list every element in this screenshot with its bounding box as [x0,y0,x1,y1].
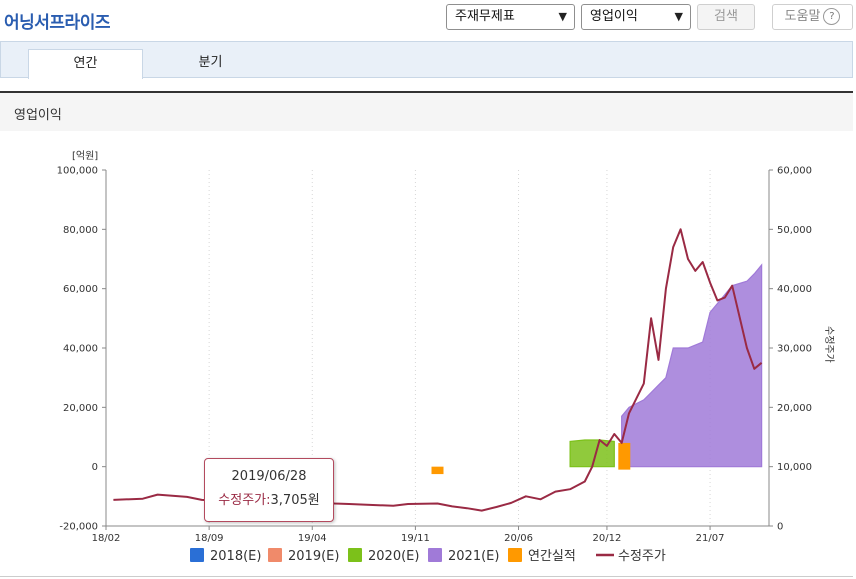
operating-profit-chart: 18/02 18/09 19/04 19/11 20/06 20/12 21/07 100,0… [57,150,835,564]
y-tick-label-left: 40,000 [63,344,98,355]
y-tick-label-right: 10,000 [777,462,812,473]
legend-label: 연간실적 [528,549,576,564]
y-tick-label-left: 60,000 [63,284,98,295]
x-tick-label: 19/04 [298,533,327,544]
x-tick-label: 20/06 [504,533,533,544]
legend: 2018(E) 2019(E) 2020(E) 2021(E) 연간실적 수정주가 [190,548,666,564]
legend-swatch [508,548,522,562]
y-tick-label-left: 20,000 [63,403,98,414]
y-tick-label-right: 50,000 [777,225,812,236]
y-tick-label-right: 20,000 [777,403,812,414]
x-tick-label: 19/11 [401,533,430,544]
legend-label: 2019(E) [288,549,339,564]
x-tick-label: 21/07 [696,533,725,544]
tooltip-value-row: 수정주가:3,705원 [218,493,320,508]
legend-label: 2021(E) [448,549,499,564]
grid-lines [105,170,711,526]
area-2021(E) [621,263,763,468]
tooltip-label: 수정주가 [218,493,267,508]
legend-swatch [428,548,442,562]
y-tick-label-right: 30,000 [777,344,812,355]
annual-actual-bar [618,442,631,470]
x-tick-label: 20/12 [593,533,622,544]
right-axis-title: 수정주가 [823,326,835,363]
y-tick-label-left: 0 [92,462,98,473]
y-tick-label-right: 40,000 [777,284,812,295]
y-tick-label-left: 80,000 [63,225,98,236]
tooltip-value: 3,705원 [270,493,320,508]
bottom-divider [0,576,853,577]
y-tick-label-left: -20,000 [59,522,98,533]
legend-swatch [348,548,362,562]
x-tick-label: 18/02 [92,533,121,544]
price-tooltip: 2019/06/28 수정주가:3,705원 [204,458,334,522]
tooltip-date: 2019/06/28 [231,469,307,484]
y-tick-label-right: 60,000 [777,166,812,177]
x-tick-label: 18/09 [195,533,224,544]
legend-label: 수정주가 [618,549,666,564]
legend-label: 2018(E) [210,549,261,564]
y-tick-label-right: 0 [777,522,783,533]
legend-swatch [190,548,204,562]
legend-swatch [268,548,282,562]
y-tick-label-left: 100,000 [57,166,98,177]
left-unit-label: [억원] [72,150,98,162]
annual-actual-bar [431,466,444,475]
legend-label: 2020(E) [368,549,419,564]
